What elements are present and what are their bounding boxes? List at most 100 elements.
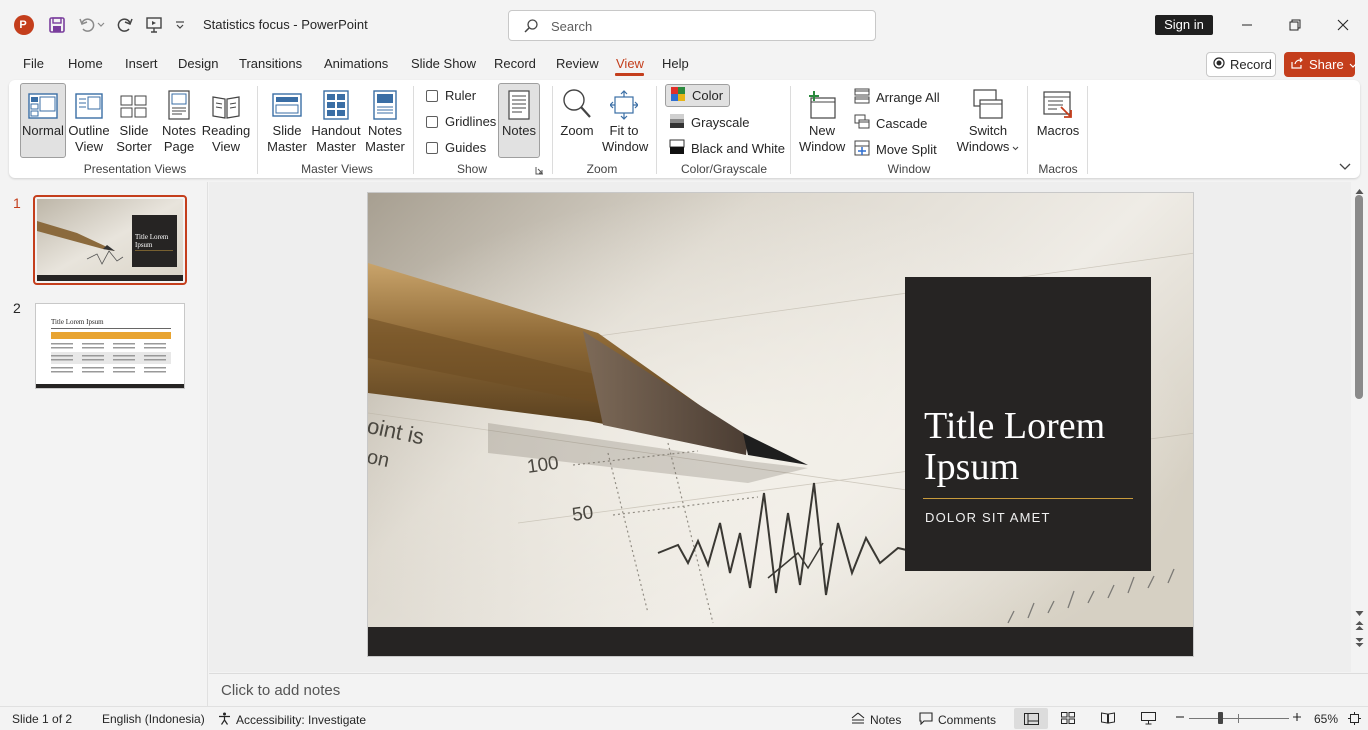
zoom-out-icon[interactable]: [1175, 712, 1185, 722]
collapse-ribbon-icon[interactable]: [1339, 160, 1351, 174]
tab-insert[interactable]: Insert: [125, 56, 158, 71]
color-button[interactable]: Color: [665, 84, 731, 107]
notes-placeholder[interactable]: Click to add notes: [221, 682, 340, 699]
notes-master-button[interactable]: Notes Master: [363, 84, 407, 155]
notes-status-button[interactable]: Notes: [851, 712, 901, 727]
close-icon[interactable]: [1328, 12, 1358, 38]
slide-show-status-icon[interactable]: [1141, 712, 1156, 725]
tab-slide-show[interactable]: Slide Show: [411, 56, 476, 71]
gridlines-checkbox-box[interactable]: [426, 115, 438, 128]
normal-view-icon: [21, 84, 65, 120]
slide-count[interactable]: Slide 1 of 2: [12, 712, 72, 726]
zoom-in-icon[interactable]: [1292, 712, 1302, 722]
tab-view[interactable]: View: [616, 56, 644, 71]
share-button[interactable]: Share: [1284, 52, 1357, 77]
accessibility-icon: [218, 712, 231, 728]
fit-slide-icon[interactable]: [1348, 712, 1361, 725]
outline-view-button[interactable]: Outline View: [67, 84, 111, 155]
vertical-scrollbar[interactable]: [1351, 182, 1368, 672]
switch-windows-button[interactable]: Switch Windows: [953, 84, 1023, 155]
thumb-1-title: Title Lorem: [135, 233, 169, 241]
grayscale-button[interactable]: Grayscale: [669, 113, 750, 132]
notes-page-label-1: Notes: [162, 123, 196, 138]
slide-sorter-status-icon[interactable]: [1061, 712, 1075, 724]
show-dialog-launcher-icon[interactable]: [535, 164, 544, 178]
black-and-white-icon: [669, 139, 685, 158]
restore-icon[interactable]: [1280, 12, 1310, 38]
arrange-all-button[interactable]: Arrange All: [854, 88, 940, 107]
switch-windows-dropdown-icon: [1012, 139, 1019, 155]
title-divider: [923, 498, 1133, 499]
reading-view-status-icon[interactable]: [1101, 712, 1115, 724]
tab-home[interactable]: Home: [68, 56, 103, 71]
reading-view-icon: [201, 84, 251, 120]
zoom-button[interactable]: Zoom: [558, 84, 596, 139]
handout-master-button[interactable]: Handout Master: [311, 84, 361, 155]
guides-checkbox[interactable]: Guides: [426, 140, 486, 155]
tab-record[interactable]: Record: [494, 56, 536, 71]
move-split-button[interactable]: Move Split: [854, 140, 937, 159]
language-indicator[interactable]: English (Indonesia): [102, 712, 205, 726]
record-button[interactable]: Record: [1206, 52, 1276, 77]
ribbon-divider: [257, 86, 258, 174]
zoom-percentage[interactable]: 65%: [1314, 712, 1338, 726]
zoom-slider[interactable]: [1189, 712, 1289, 724]
next-slide-icon[interactable]: [1355, 637, 1364, 651]
title-bar: P Statistics focus - PowerPoint Search S…: [0, 0, 1368, 50]
tab-review[interactable]: Review: [556, 56, 599, 71]
normal-view-status-icon[interactable]: [1014, 708, 1048, 729]
slide-master-button[interactable]: Slide Master: [265, 84, 309, 155]
fit-to-window-button[interactable]: Fit to Window: [602, 84, 648, 155]
powerpoint-logo-icon: P: [14, 15, 34, 35]
save-icon[interactable]: [46, 14, 68, 36]
undo-icon[interactable]: [76, 14, 98, 36]
group-label-master-views: Master Views: [301, 162, 373, 176]
tab-file[interactable]: File: [23, 56, 44, 71]
scroll-down-icon[interactable]: [1355, 606, 1364, 620]
outline-view-icon: [67, 84, 111, 120]
notes-pane[interactable]: Click to add notes: [209, 673, 1368, 706]
group-label-window: Window: [887, 162, 931, 176]
macros-button[interactable]: Macros: [1036, 84, 1080, 139]
notes-status-label: Notes: [870, 712, 902, 727]
notes-master-label-1: Notes: [368, 123, 402, 138]
color-swatch-icon: [670, 86, 686, 105]
tab-design[interactable]: Design: [178, 56, 218, 71]
outline-view-label-1: Outline: [68, 123, 110, 138]
gridlines-checkbox[interactable]: Gridlines: [426, 114, 496, 129]
slide-sorter-button[interactable]: Slide Sorter: [114, 84, 154, 155]
accessibility-status[interactable]: Accessibility: Investigate: [218, 712, 366, 728]
minimize-icon[interactable]: [1232, 12, 1262, 38]
ruler-checkbox[interactable]: Ruler: [426, 88, 476, 103]
notes-status-icon: [851, 712, 865, 727]
undo-dropdown-icon[interactable]: [96, 14, 106, 36]
ribbon-tabs: File Home Insert Design Transitions Anim…: [0, 50, 1368, 78]
ruler-checkbox-box[interactable]: [426, 89, 438, 102]
tab-transitions[interactable]: Transitions: [239, 56, 302, 71]
reading-view-button[interactable]: Reading View: [201, 84, 251, 155]
scroll-thumb[interactable]: [1355, 195, 1363, 399]
black-and-white-label: Black and White: [691, 141, 785, 156]
tab-animations[interactable]: Animations: [324, 56, 388, 71]
notes-toggle-button[interactable]: Notes: [498, 83, 540, 158]
cascade-button[interactable]: Cascade: [854, 114, 927, 133]
normal-view-button[interactable]: Normal: [20, 83, 66, 158]
comments-icon: [919, 712, 933, 728]
present-from-start-icon[interactable]: [143, 14, 165, 36]
zoom-slider-thumb[interactable]: [1217, 712, 1223, 724]
slide-thumbnail-1[interactable]: Title Lorem Ipsum: [33, 195, 187, 285]
current-slide[interactable]: oint is on 100 50 Title Lorem Ipsum DOLO…: [367, 192, 1194, 657]
notes-page-button[interactable]: Notes Page: [159, 84, 199, 155]
new-window-button[interactable]: New Window: [799, 84, 845, 155]
comments-status-button[interactable]: Comments: [919, 712, 996, 728]
slide-thumbnail-2[interactable]: Title Lorem Ipsum: [35, 303, 185, 389]
search-input[interactable]: Search: [508, 10, 876, 41]
tab-help[interactable]: Help: [662, 56, 689, 71]
redo-icon[interactable]: [114, 14, 136, 36]
previous-slide-icon[interactable]: [1355, 620, 1364, 634]
guides-checkbox-box[interactable]: [426, 141, 438, 154]
black-and-white-button[interactable]: Black and White: [669, 139, 785, 158]
sign-in-button[interactable]: Sign in: [1155, 15, 1213, 35]
customize-toolbar-icon[interactable]: [172, 14, 188, 36]
slide-sorter-icon: [114, 84, 154, 120]
